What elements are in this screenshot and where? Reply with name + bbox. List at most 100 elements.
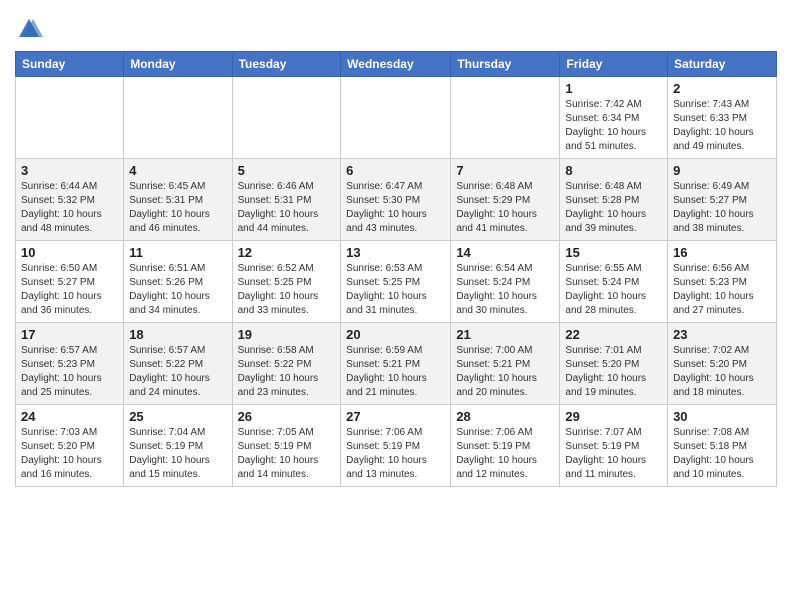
calendar-cell: 3 Sunrise: 6:44 AMSunset: 5:32 PMDaylight… (16, 159, 124, 241)
calendar-cell: 23 Sunrise: 7:02 AMSunset: 5:20 PMDayligh… (668, 323, 777, 405)
day-info: Sunrise: 6:51 AMSunset: 5:26 PMDaylight:… (129, 262, 226, 318)
day-number: 23 (673, 327, 771, 342)
calendar-body: 1 Sunrise: 7:42 AMSunset: 6:34 PMDaylight… (16, 77, 777, 487)
day-number: 21 (456, 327, 554, 342)
day-info: Sunrise: 6:48 AMSunset: 5:28 PMDaylight:… (565, 180, 662, 236)
day-number: 5 (238, 163, 336, 178)
day-header-monday: Monday (124, 52, 232, 77)
header (15, 10, 777, 43)
day-info: Sunrise: 7:00 AMSunset: 5:21 PMDaylight:… (456, 344, 554, 400)
calendar-cell: 7 Sunrise: 6:48 AMSunset: 5:29 PMDaylight… (451, 159, 560, 241)
calendar-cell: 24 Sunrise: 7:03 AMSunset: 5:20 PMDayligh… (16, 405, 124, 487)
day-number: 6 (346, 163, 445, 178)
day-number: 27 (346, 409, 445, 424)
page: SundayMondayTuesdayWednesdayThursdayFrid… (0, 0, 792, 612)
day-info: Sunrise: 6:48 AMSunset: 5:29 PMDaylight:… (456, 180, 554, 236)
calendar-cell: 11Sunrise: 6:51 AMSunset: 5:26 PMDayligh… (124, 241, 232, 323)
day-info: Sunrise: 6:57 AMSunset: 5:22 PMDaylight:… (129, 344, 226, 400)
calendar-cell (341, 77, 451, 159)
calendar-week-row: 24 Sunrise: 7:03 AMSunset: 5:20 PMDayligh… (16, 405, 777, 487)
calendar-cell (232, 77, 341, 159)
day-info: Sunrise: 6:46 AMSunset: 5:31 PMDaylight:… (238, 180, 336, 236)
day-header-tuesday: Tuesday (232, 52, 341, 77)
calendar-cell: 17 Sunrise: 6:57 AMSunset: 5:23 PMDayligh… (16, 323, 124, 405)
calendar-week-row: 17 Sunrise: 6:57 AMSunset: 5:23 PMDayligh… (16, 323, 777, 405)
day-number: 10 (21, 245, 118, 260)
calendar-cell: 12 Sunrise: 6:52 AMSunset: 5:25 PMDayligh… (232, 241, 341, 323)
day-number: 24 (21, 409, 118, 424)
calendar-week-row: 3 Sunrise: 6:44 AMSunset: 5:32 PMDaylight… (16, 159, 777, 241)
calendar-cell: 14 Sunrise: 6:54 AMSunset: 5:24 PMDayligh… (451, 241, 560, 323)
calendar-cell: 2Sunrise: 7:43 AMSunset: 6:33 PMDaylight… (668, 77, 777, 159)
day-info: Sunrise: 7:02 AMSunset: 5:20 PMDaylight:… (673, 344, 771, 400)
calendar-week-row: 1 Sunrise: 7:42 AMSunset: 6:34 PMDaylight… (16, 77, 777, 159)
calendar-cell: 10 Sunrise: 6:50 AMSunset: 5:27 PMDayligh… (16, 241, 124, 323)
calendar-cell: 29 Sunrise: 7:07 AMSunset: 5:19 PMDayligh… (560, 405, 668, 487)
day-number: 28 (456, 409, 554, 424)
day-header-thursday: Thursday (451, 52, 560, 77)
calendar-cell: 13 Sunrise: 6:53 AMSunset: 5:25 PMDayligh… (341, 241, 451, 323)
day-number: 12 (238, 245, 336, 260)
calendar-cell: 28 Sunrise: 7:06 AMSunset: 5:19 PMDayligh… (451, 405, 560, 487)
calendar-cell: 21 Sunrise: 7:00 AMSunset: 5:21 PMDayligh… (451, 323, 560, 405)
day-info: Sunrise: 7:05 AMSunset: 5:19 PMDaylight:… (238, 426, 336, 482)
day-number: 14 (456, 245, 554, 260)
day-info: Sunrise: 6:50 AMSunset: 5:27 PMDaylight:… (21, 262, 118, 318)
day-number: 29 (565, 409, 662, 424)
day-info: Sunrise: 6:57 AMSunset: 5:23 PMDaylight:… (21, 344, 118, 400)
calendar-cell: 6Sunrise: 6:47 AMSunset: 5:30 PMDaylight… (341, 159, 451, 241)
day-number: 1 (565, 81, 662, 96)
calendar-cell (124, 77, 232, 159)
day-number: 16 (673, 245, 771, 260)
day-info: Sunrise: 6:55 AMSunset: 5:24 PMDaylight:… (565, 262, 662, 318)
day-number: 3 (21, 163, 118, 178)
calendar-cell (16, 77, 124, 159)
calendar-cell (451, 77, 560, 159)
day-header-friday: Friday (560, 52, 668, 77)
day-number: 26 (238, 409, 336, 424)
calendar-cell: 20Sunrise: 6:59 AMSunset: 5:21 PMDayligh… (341, 323, 451, 405)
day-number: 9 (673, 163, 771, 178)
day-number: 7 (456, 163, 554, 178)
day-info: Sunrise: 6:54 AMSunset: 5:24 PMDaylight:… (456, 262, 554, 318)
day-header-wednesday: Wednesday (341, 52, 451, 77)
day-info: Sunrise: 7:01 AMSunset: 5:20 PMDaylight:… (565, 344, 662, 400)
day-info: Sunrise: 6:52 AMSunset: 5:25 PMDaylight:… (238, 262, 336, 318)
day-number: 25 (129, 409, 226, 424)
day-number: 22 (565, 327, 662, 342)
day-number: 13 (346, 245, 445, 260)
calendar-cell: 30 Sunrise: 7:08 AMSunset: 5:18 PMDayligh… (668, 405, 777, 487)
calendar-cell: 1 Sunrise: 7:42 AMSunset: 6:34 PMDaylight… (560, 77, 668, 159)
day-info: Sunrise: 7:42 AMSunset: 6:34 PMDaylight:… (565, 98, 662, 154)
day-number: 17 (21, 327, 118, 342)
calendar-cell: 16 Sunrise: 6:56 AMSunset: 5:23 PMDayligh… (668, 241, 777, 323)
day-number: 18 (129, 327, 226, 342)
day-number: 30 (673, 409, 771, 424)
calendar-cell: 19 Sunrise: 6:58 AMSunset: 5:22 PMDayligh… (232, 323, 341, 405)
logo-icon (15, 15, 43, 43)
calendar-cell: 22 Sunrise: 7:01 AMSunset: 5:20 PMDayligh… (560, 323, 668, 405)
day-number: 20 (346, 327, 445, 342)
day-number: 15 (565, 245, 662, 260)
calendar-cell: 4Sunrise: 6:45 AMSunset: 5:31 PMDaylight… (124, 159, 232, 241)
logo (15, 15, 47, 43)
calendar-cell: 15 Sunrise: 6:55 AMSunset: 5:24 PMDayligh… (560, 241, 668, 323)
calendar-cell: 26 Sunrise: 7:05 AMSunset: 5:19 PMDayligh… (232, 405, 341, 487)
day-info: Sunrise: 6:53 AMSunset: 5:25 PMDaylight:… (346, 262, 445, 318)
day-info: Sunrise: 7:06 AMSunset: 5:19 PMDaylight:… (346, 426, 445, 482)
calendar-week-row: 10 Sunrise: 6:50 AMSunset: 5:27 PMDayligh… (16, 241, 777, 323)
day-info: Sunrise: 7:03 AMSunset: 5:20 PMDaylight:… (21, 426, 118, 482)
day-info: Sunrise: 6:44 AMSunset: 5:32 PMDaylight:… (21, 180, 118, 236)
day-info: Sunrise: 7:06 AMSunset: 5:19 PMDaylight:… (456, 426, 554, 482)
day-header-saturday: Saturday (668, 52, 777, 77)
day-info: Sunrise: 7:07 AMSunset: 5:19 PMDaylight:… (565, 426, 662, 482)
day-info: Sunrise: 6:56 AMSunset: 5:23 PMDaylight:… (673, 262, 771, 318)
day-number: 2 (673, 81, 771, 96)
day-number: 19 (238, 327, 336, 342)
calendar-cell: 25Sunrise: 7:04 AMSunset: 5:19 PMDayligh… (124, 405, 232, 487)
day-info: Sunrise: 6:58 AMSunset: 5:22 PMDaylight:… (238, 344, 336, 400)
day-number: 8 (565, 163, 662, 178)
day-info: Sunrise: 6:45 AMSunset: 5:31 PMDaylight:… (129, 180, 226, 236)
calendar: SundayMondayTuesdayWednesdayThursdayFrid… (15, 51, 777, 487)
day-info: Sunrise: 7:08 AMSunset: 5:18 PMDaylight:… (673, 426, 771, 482)
